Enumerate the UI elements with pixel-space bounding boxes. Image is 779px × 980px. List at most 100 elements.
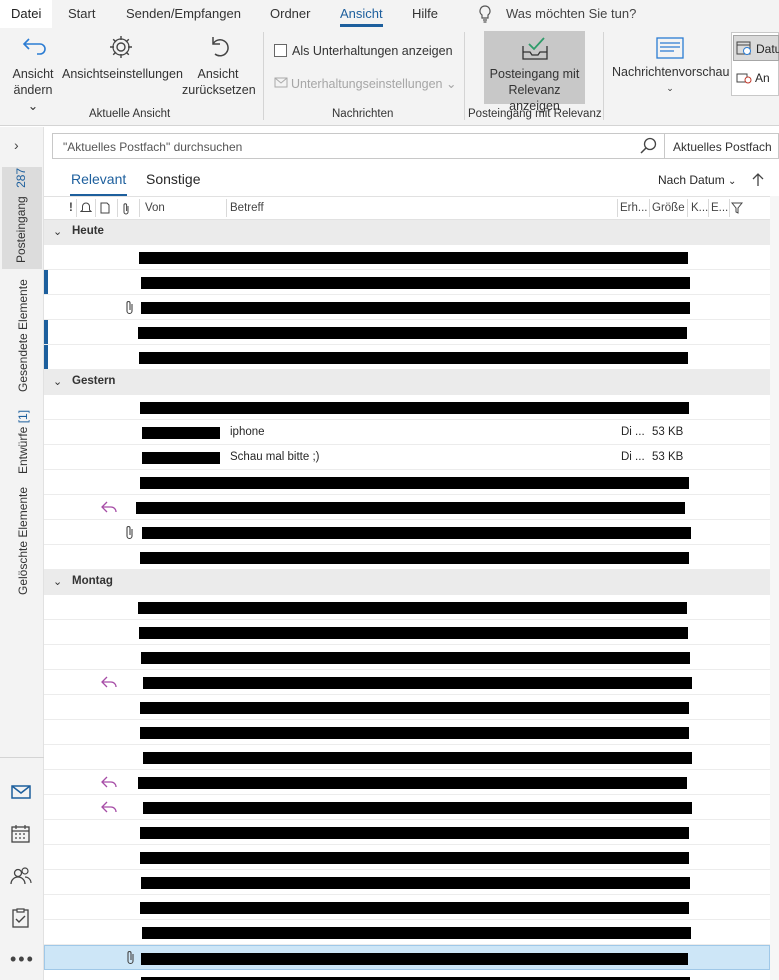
attachment-column-icon[interactable] <box>122 202 130 215</box>
redacted-content <box>141 877 690 889</box>
menu-start[interactable]: Start <box>68 6 95 21</box>
message-row[interactable] <box>44 970 770 980</box>
message-row[interactable]: iphone Di ... 53 KB <box>44 420 770 445</box>
ribbon: Ansicht ändern ⌄ Ansichtseinstellungen A… <box>0 28 779 126</box>
message-row[interactable] <box>44 645 770 670</box>
conversation-settings-button[interactable]: Unterhaltungseinstellungen ⌄ <box>274 76 456 91</box>
message-row[interactable] <box>44 520 770 545</box>
ribbon-separator <box>464 32 465 120</box>
item-type-icon[interactable] <box>100 202 110 214</box>
column-separator <box>649 199 650 217</box>
tell-me-box[interactable]: Was möchten Sie tun? <box>506 6 636 21</box>
tasks-icon[interactable] <box>10 907 32 929</box>
show-conversations-checkbox[interactable]: Als Unterhaltungen anzeigen <box>274 44 453 58</box>
folder-deleted[interactable]: Gelöschte Elemente <box>16 487 30 595</box>
message-row[interactable] <box>44 870 770 895</box>
filter-icon[interactable] <box>731 202 743 214</box>
ribbon-separator <box>603 32 604 120</box>
more-apps-icon[interactable]: ••• <box>10 949 35 970</box>
message-row[interactable] <box>44 695 770 720</box>
message-row[interactable]: Schau mal bitte ;) Di ... 53 KB <box>44 445 770 470</box>
message-row[interactable] <box>44 920 770 945</box>
column-separator <box>139 199 140 217</box>
calendar-icon[interactable] <box>10 824 32 844</box>
column-separator <box>95 199 96 217</box>
message-row[interactable] <box>44 770 770 795</box>
message-row[interactable] <box>44 595 770 620</box>
search-scope-dropdown[interactable]: Aktuelles Postfach <box>665 133 779 159</box>
message-row[interactable] <box>44 620 770 645</box>
folder-sent[interactable]: Gesendete Elemente <box>16 279 30 392</box>
message-row[interactable] <box>44 820 770 845</box>
message-row[interactable] <box>44 545 770 570</box>
replied-icon <box>101 776 117 788</box>
importance-column[interactable]: ! <box>69 202 73 214</box>
folder-inbox[interactable]: Posteingang 287 <box>2 167 42 269</box>
message-row[interactable] <box>44 245 770 270</box>
chevron-down-icon: ⌄ <box>53 576 63 588</box>
message-row[interactable] <box>44 670 770 695</box>
message-list[interactable]: ⌄ Heute ⌄ Gestern iphone Di ... 53 KB Scha… <box>44 220 770 980</box>
menu-folder[interactable]: Ordner <box>270 6 310 21</box>
message-row[interactable] <box>44 495 770 520</box>
unread-indicator <box>44 345 48 369</box>
redacted-content <box>140 902 689 914</box>
redacted-content <box>138 327 687 339</box>
folder-drafts[interactable]: Entwürfe [1] <box>16 410 30 474</box>
tab-focused[interactable]: Relevant <box>69 171 128 196</box>
show-focused-inbox-button[interactable]: Posteingang mit Relevanz anzeigen <box>484 31 585 113</box>
arrangement-gallery: Datu An <box>731 32 779 96</box>
message-row[interactable] <box>44 845 770 870</box>
message-preview-icon <box>656 37 684 59</box>
menu-file[interactable]: Datei <box>0 0 52 28</box>
flag-column[interactable]: E... <box>711 202 731 214</box>
message-row[interactable] <box>44 320 770 345</box>
group-header-monday[interactable]: ⌄ Montag <box>44 570 770 595</box>
menu-send-receive[interactable]: Senden/Empfangen <box>126 6 241 21</box>
message-preview-button[interactable]: Nachrichtenvorschau ⌄ <box>612 36 729 96</box>
message-row[interactable] <box>44 470 770 495</box>
reminder-bell-icon[interactable] <box>80 202 92 214</box>
search-icon[interactable] <box>640 137 658 155</box>
focused-inbox-icon <box>521 37 548 60</box>
ribbon-separator <box>263 32 264 120</box>
message-row[interactable] <box>44 270 770 295</box>
subject-column[interactable]: Betreff <box>230 202 264 214</box>
reset-view-button[interactable]: Ansicht zurücksetzen <box>182 32 256 98</box>
received-column[interactable]: Erh... <box>620 202 650 214</box>
arrange-by-date-button[interactable]: Datu <box>733 35 779 61</box>
change-view-button[interactable]: Ansicht ändern ⌄ <box>8 32 58 114</box>
group-header-yesterday[interactable]: ⌄ Gestern <box>44 370 770 395</box>
message-row[interactable] <box>44 395 770 420</box>
menu-view[interactable]: Ansicht <box>340 6 383 27</box>
people-icon[interactable] <box>10 866 32 886</box>
expand-folder-pane-icon[interactable]: › <box>14 137 19 153</box>
message-row[interactable] <box>44 895 770 920</box>
sort-by-dropdown[interactable]: Nach Datum ⌄ <box>658 173 736 187</box>
group-focused-label: Posteingang mit Relevanz <box>468 108 602 120</box>
redacted-content <box>141 302 690 314</box>
arrange-by-to-button[interactable]: An <box>733 67 779 91</box>
message-row[interactable] <box>44 720 770 745</box>
inbox-folder-text: Posteingang 287 <box>14 168 28 263</box>
message-row[interactable] <box>44 295 770 320</box>
message-row-selected[interactable] <box>44 945 770 970</box>
conversation-settings-label: Unterhaltungseinstellungen ⌄ <box>291 77 457 91</box>
mail-icon[interactable] <box>10 784 32 800</box>
size-column[interactable]: Größe <box>652 202 685 214</box>
unread-indicator <box>44 320 48 344</box>
message-row[interactable] <box>44 745 770 770</box>
search-input[interactable]: "Aktuelles Postfach" durchsuchen <box>52 133 665 159</box>
message-row[interactable] <box>44 795 770 820</box>
view-settings-button[interactable]: Ansichtseinstellungen <box>62 32 183 82</box>
tab-other[interactable]: Sonstige <box>146 171 200 187</box>
message-row[interactable] <box>44 345 770 370</box>
menu-help[interactable]: Hilfe <box>412 6 438 21</box>
message-subject: iphone <box>230 426 265 438</box>
group-header-today[interactable]: ⌄ Heute <box>44 220 770 245</box>
redacted-content <box>136 502 685 514</box>
sort-direction-icon[interactable] <box>752 173 764 187</box>
chevron-down-icon: ⌄ <box>53 226 63 238</box>
from-column[interactable]: Von <box>145 202 165 214</box>
message-list-scrollbar[interactable] <box>770 196 779 980</box>
